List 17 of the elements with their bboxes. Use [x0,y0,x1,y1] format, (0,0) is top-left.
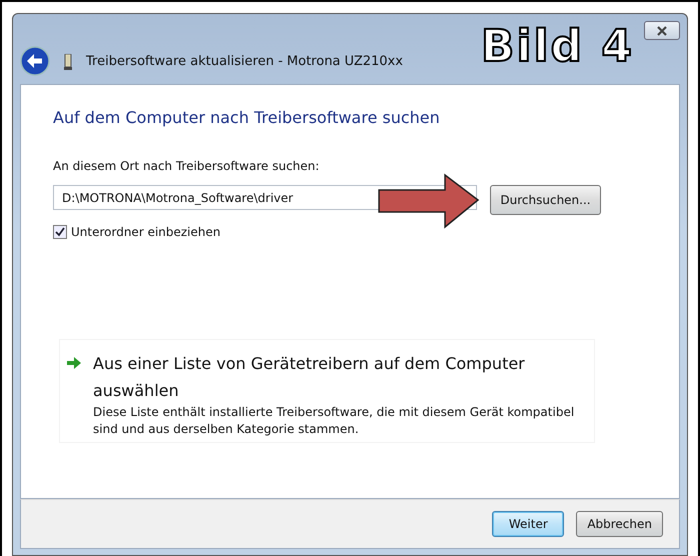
dialog-button[interactable]: Abbrechen [576,511,663,537]
device-icon [64,54,72,70]
close-button[interactable] [644,21,680,40]
option-title: Aus einer Liste von Gerätetreibern auf dem Computer auswählen [93,353,526,402]
option-card[interactable]: Aus einer Liste von Gerätetreibern auf dem Computer auswählen Diese Liste enthält installierte Treibersoftware, die mit diesem Gerät kompatibel sind und aus derselben Kategorie stammen. [59,339,595,443]
checkbox[interactable] [53,225,67,239]
arrow-icon [66,356,82,370]
option-description: Diese Liste enthält installierte Treibersoftware, die mit diesem Gerät kompatibel sind und aus derselben Kategorie stammen. [93,404,576,438]
location-label: An diesem Ort nach Treibersoftware suchen: [53,159,320,173]
close-icon [656,26,668,36]
page-heading: Auf dem Computer nach Treibersoftware suchen [53,108,441,127]
dialog-button[interactable]: Weiter [492,511,564,537]
browse-button[interactable]: Durchsuchen... [490,185,601,215]
back-button[interactable] [20,46,50,76]
window-title: Treibersoftware aktualisieren - Motrona UZ210xx [86,54,403,69]
annotation-label: Bild 4 [480,21,634,73]
checkbox-label: Unterordner einbeziehen [71,225,220,239]
